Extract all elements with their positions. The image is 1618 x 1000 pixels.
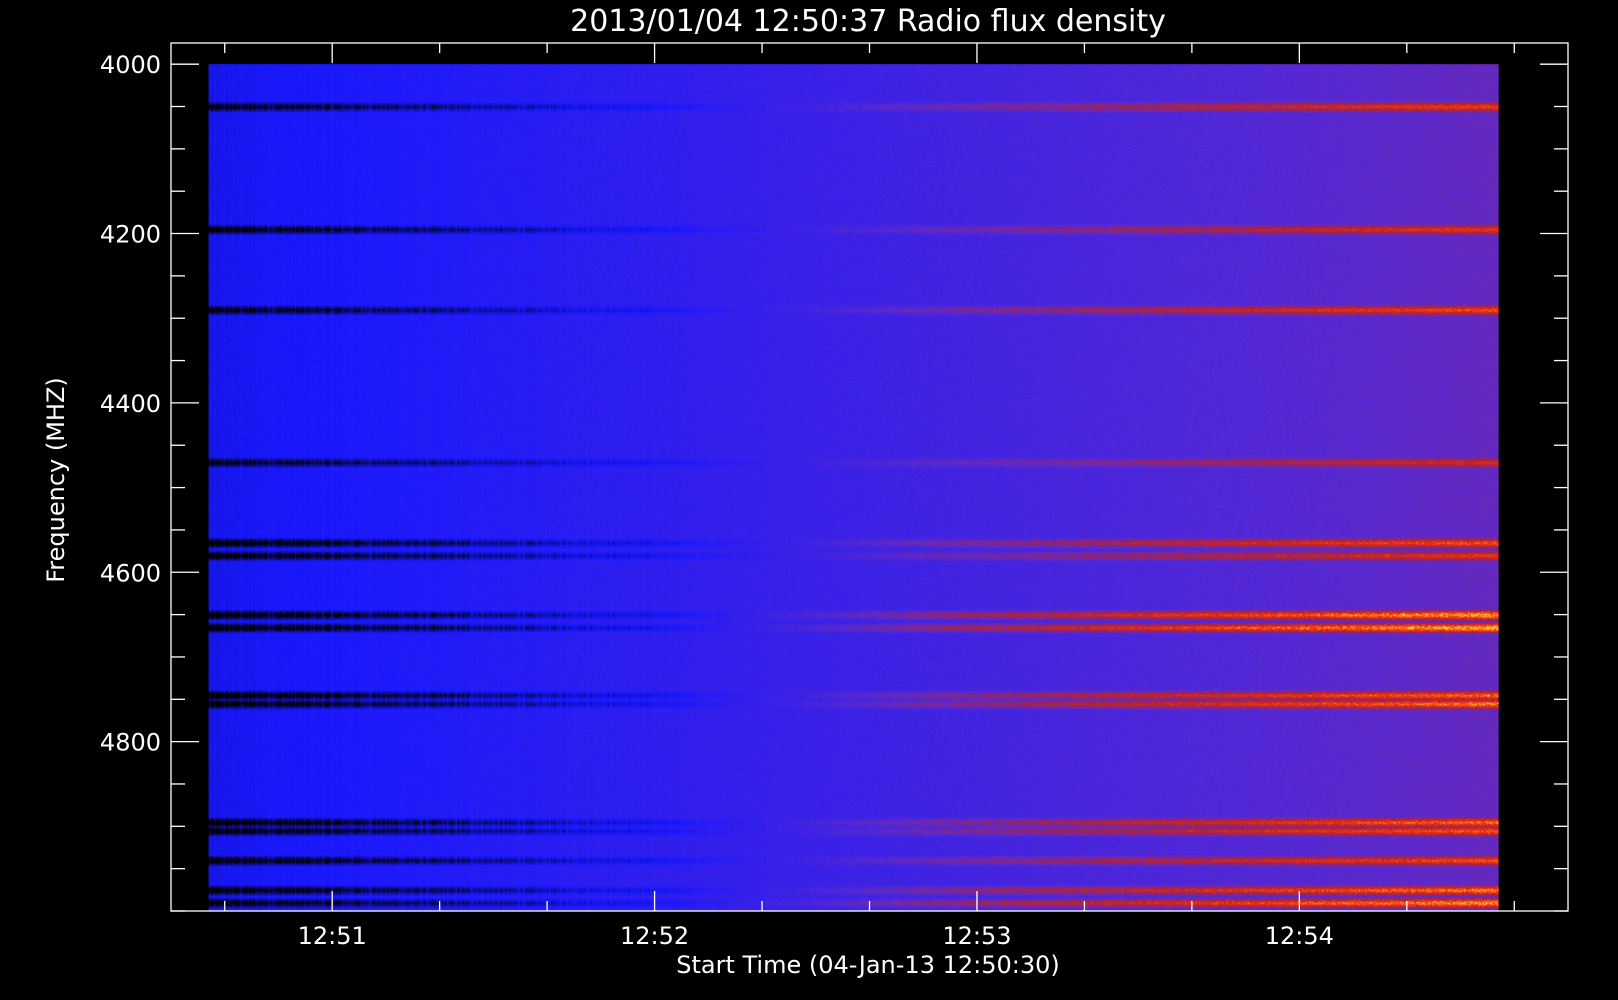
y-tick-label: 4600 <box>100 559 161 587</box>
x-axis-label: Start Time (04-Jan-13 12:50:30) <box>676 951 1060 979</box>
y-tick-label: 4200 <box>100 221 161 249</box>
x-tick-label: 12:52 <box>620 922 689 950</box>
x-tick-label: 12:54 <box>1265 922 1334 950</box>
heatmap-image <box>208 64 1499 912</box>
y-axis-label: Frequency (MHZ) <box>42 377 70 583</box>
y-tick-label: 4000 <box>100 51 161 79</box>
x-tick-label: 12:53 <box>942 922 1011 950</box>
chart-title: 2013/01/04 12:50:37 Radio flux density <box>570 4 1166 39</box>
y-tick-label: 4800 <box>100 729 161 757</box>
spectrogram-chart: 2013/01/04 12:50:37 Radio flux density 1… <box>0 0 1618 1000</box>
heatmap-raster <box>208 64 1499 912</box>
y-tick-label: 4400 <box>100 390 161 418</box>
x-tick-label: 12:51 <box>298 922 367 950</box>
